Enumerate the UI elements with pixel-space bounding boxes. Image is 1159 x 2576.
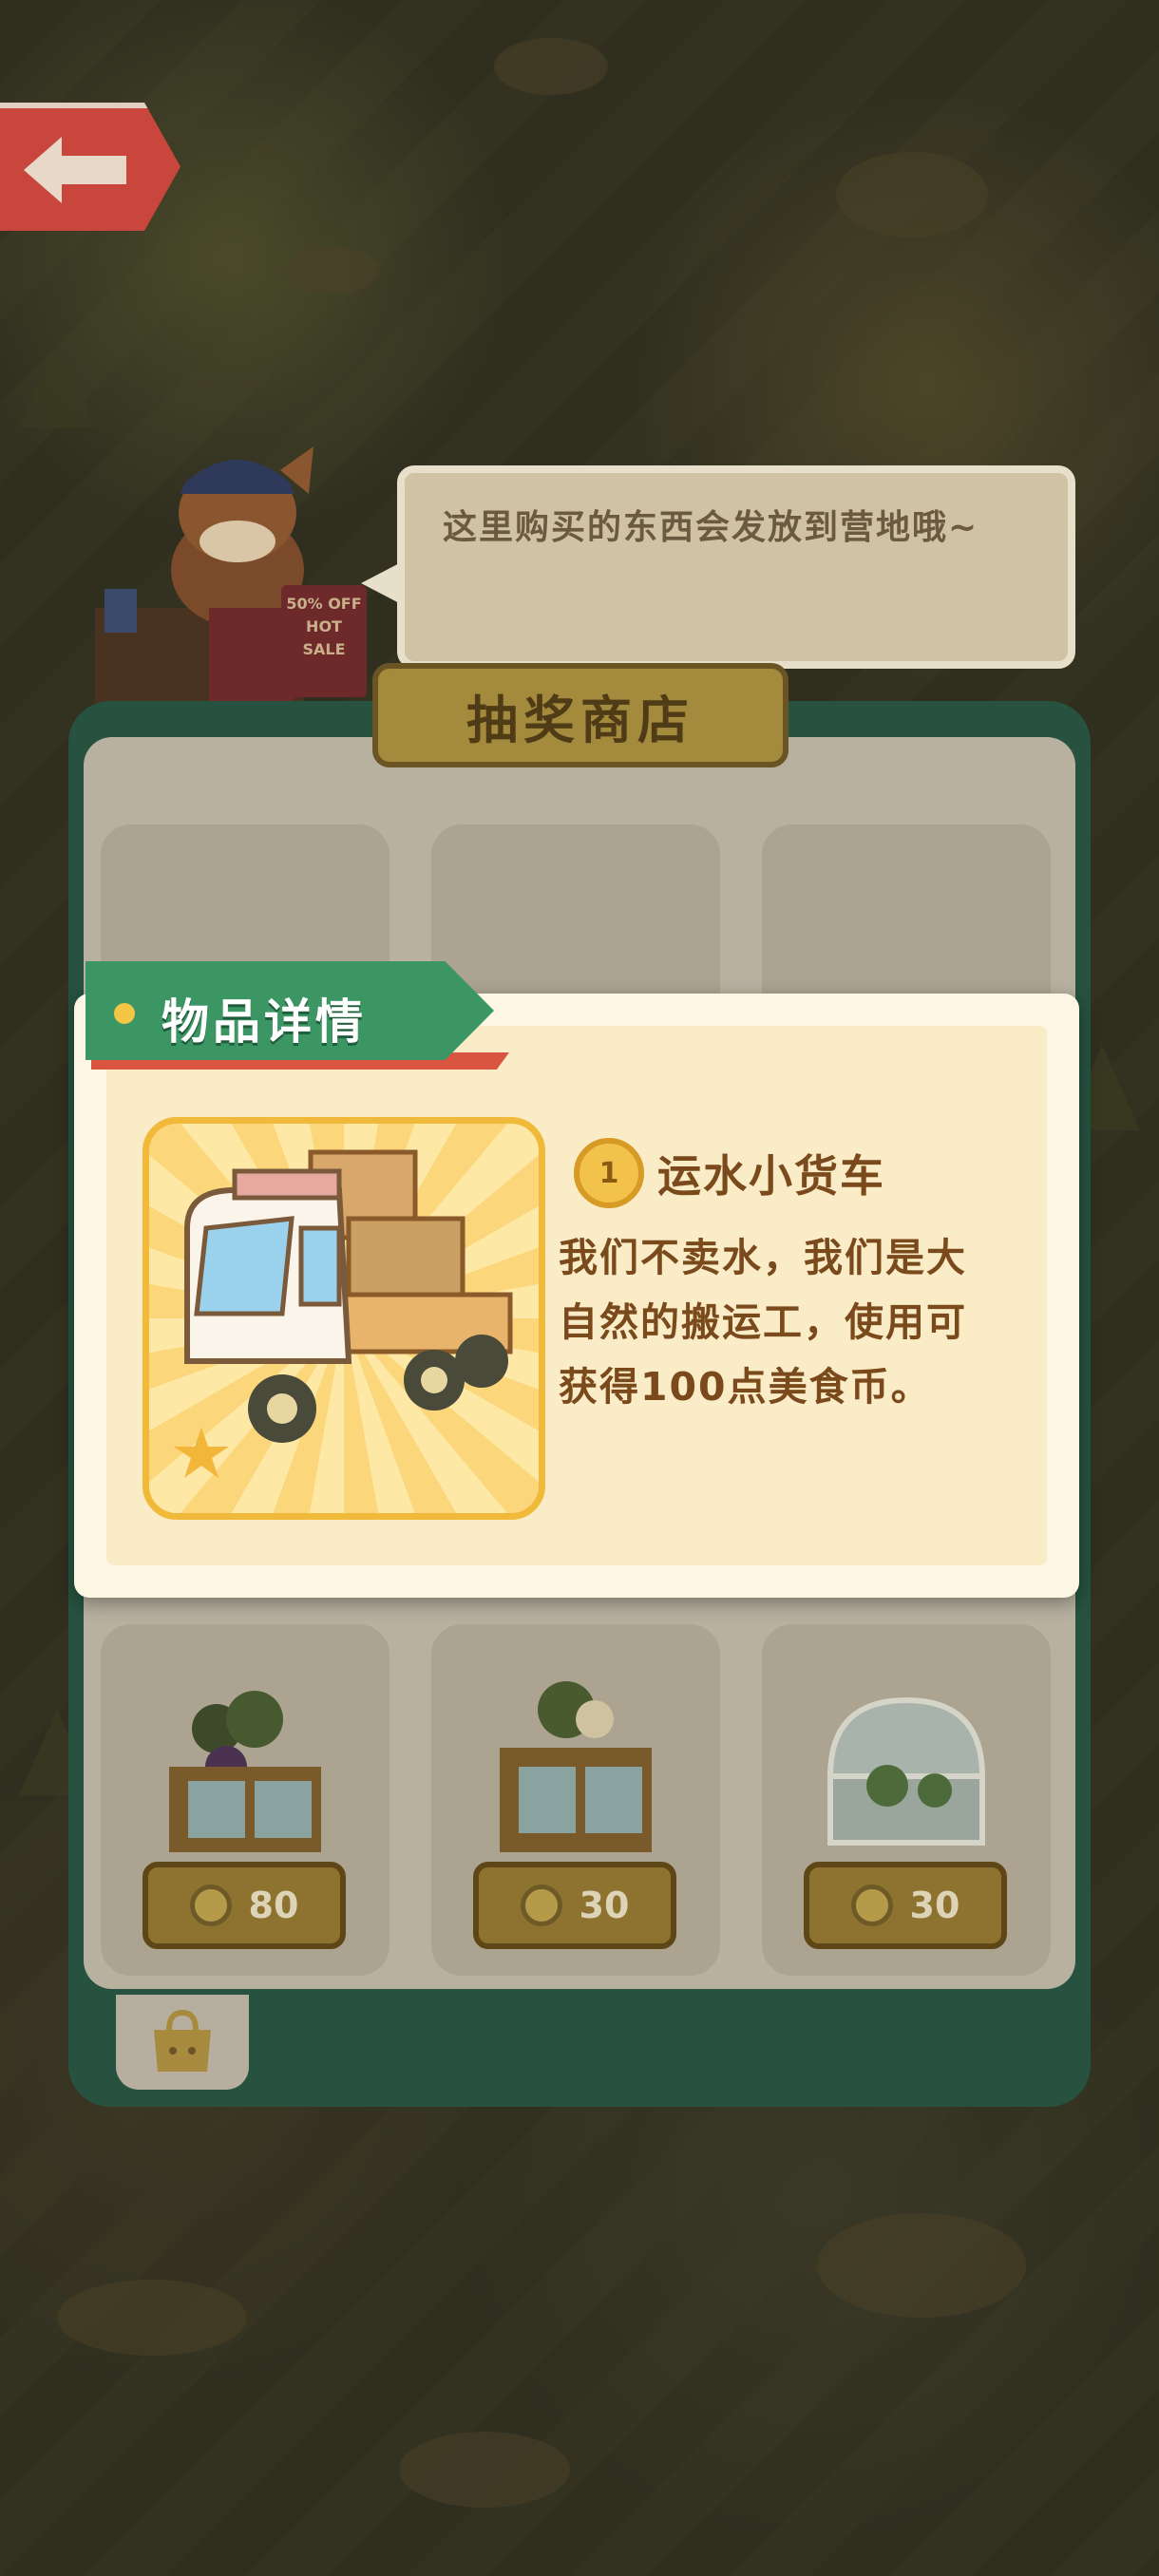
item-description: 我们不卖水，我们是大自然的搬运工，使用可获得100点美食币。: [559, 1235, 967, 1410]
back-button[interactable]: [0, 103, 180, 231]
shop-item-slot[interactable]: 30: [762, 1624, 1051, 1976]
medal-number: 1: [598, 1156, 619, 1190]
background-tree: [19, 342, 95, 427]
item-name: 运水小货车: [657, 1150, 885, 1202]
shop-item-slot[interactable]: 30: [431, 1624, 720, 1976]
speech-bubble: 这里购买的东西会发放到营地哦~: [361, 465, 1075, 669]
bag-tab[interactable]: [116, 1995, 249, 2090]
background-decor: [285, 247, 380, 294]
speech-bubble-text: 这里购买的东西会发放到营地哦~: [443, 508, 979, 547]
background-decor: [494, 38, 608, 95]
hot-sale-text: 50% OFF HOT SALE: [286, 595, 362, 658]
flower-planter-icon: [500, 1681, 652, 1852]
price-value: 30: [909, 1885, 960, 1926]
background-decor: [57, 2280, 247, 2356]
coin-icon: [850, 1885, 893, 1926]
bag-icon: [154, 2009, 211, 2072]
background-decor: [836, 152, 988, 237]
shop-title: 抽奖商店: [372, 663, 788, 767]
shop-item-slot[interactable]: 80: [101, 1624, 390, 1976]
item-image-card: [142, 1117, 545, 1520]
price-value: 80: [248, 1885, 299, 1926]
background-decor: [399, 2432, 570, 2508]
background-decor: [817, 2213, 1026, 2318]
coin-icon: [520, 1885, 562, 1926]
ribbon-dot-icon: [114, 1003, 135, 1024]
item-detail-header: 物品详情: [162, 994, 367, 1050]
price-value: 30: [579, 1885, 630, 1926]
medal-icon: 1: [574, 1138, 644, 1208]
greenhouse-icon: [826, 1696, 986, 1846]
coin-icon: [189, 1885, 232, 1926]
back-arrow-icon: [0, 118, 152, 222]
hot-sale-sign: 50% OFF HOT SALE: [281, 585, 367, 697]
water-truck-icon: [174, 1149, 513, 1478]
price-tag: 80: [142, 1862, 346, 1949]
price-tag: 30: [804, 1862, 1007, 1949]
grape-planter-icon: [169, 1691, 321, 1852]
item-title-row: 1 运水小货车: [574, 1138, 885, 1208]
price-tag: 30: [473, 1862, 676, 1949]
